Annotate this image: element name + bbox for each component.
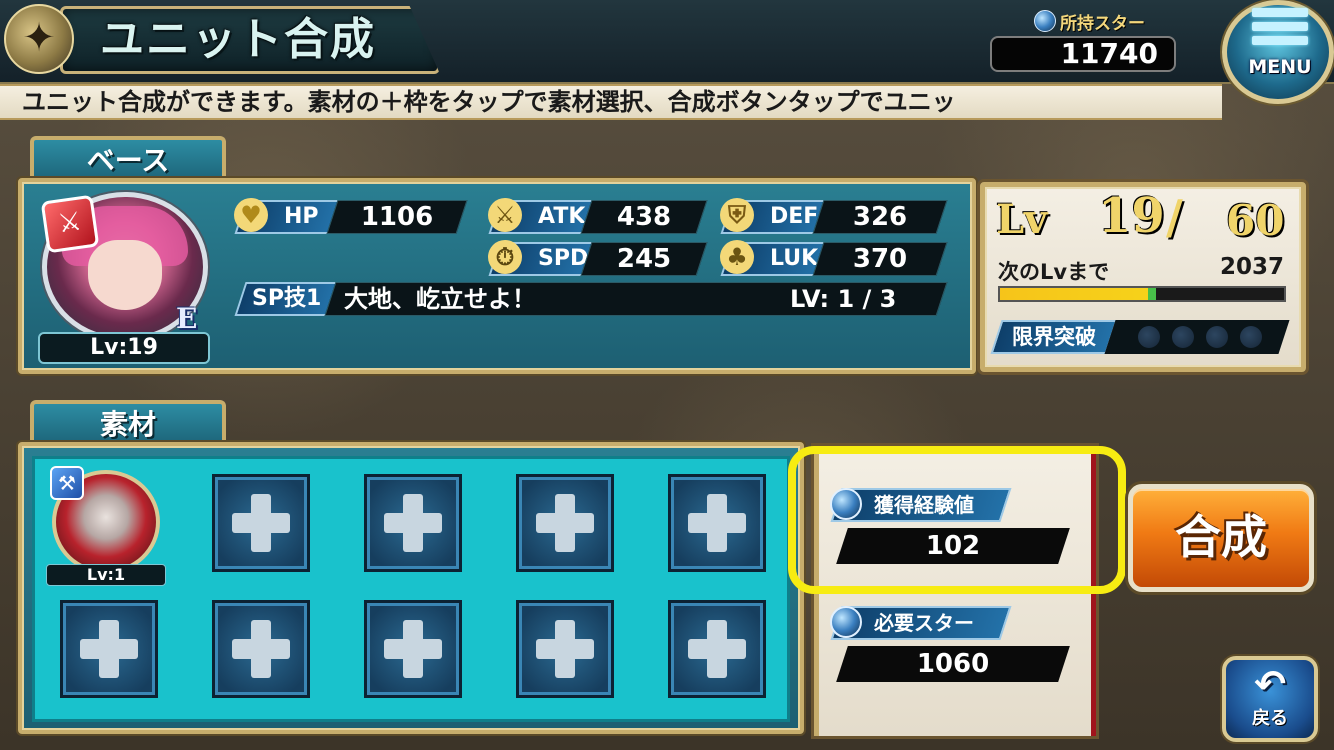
sp-skill-name: 大地、屹立せよ！ [344,285,536,313]
material-unit-level: Lv:1 [46,564,166,586]
next-level-value: 2037 [1220,254,1285,280]
material-slot-empty[interactable] [516,474,614,572]
atk-value-text: 438 [616,202,672,232]
material-slot-empty[interactable] [668,600,766,698]
synthesize-button[interactable]: 合成 [1128,484,1314,592]
dragon-emblem-icon: ✦ [4,4,74,74]
next-level-label: 次のLvまで [998,260,1110,284]
level-slash: / [1166,190,1183,244]
material-slot-empty[interactable] [212,600,310,698]
limit-break-label-text: 限界突破 [1012,325,1096,349]
owned-stars-label: 所持スター [1060,13,1145,34]
attribute-badge-icon: ⚔ [40,194,100,254]
luk-value-text: 370 [852,244,908,274]
return-arrow-icon: ↶ [1254,662,1286,706]
hp-value-text: 1106 [360,202,434,232]
current-level: 19 [1098,188,1165,244]
max-level: 60 [1226,196,1285,245]
atk-stat-value: 438 [580,200,708,234]
limit-break-dot-icon [1206,326,1228,348]
limit-break-label: 限界突破 [990,320,1118,354]
required-stars-value: 1060 [836,646,1070,682]
sp-skill-level: LV: 1 / 3 [790,285,897,313]
level-word: Lv [996,196,1048,243]
sp-skill-label-text: SP技1 [252,286,322,311]
base-unit-level: Lv:19 [38,332,210,364]
material-slot-empty[interactable] [516,600,614,698]
sword-icon: ⚔ [488,198,522,232]
plus-icon [536,620,594,678]
def-stat-value: 326 [812,200,948,234]
hp-stat-value: 1106 [326,200,468,234]
menu-label: MENU [1248,56,1312,78]
plus-icon [688,494,746,552]
material-slot-empty[interactable] [212,474,310,572]
menu-list-icon [1252,8,1308,50]
stopwatch-icon: ⏱ [488,240,522,274]
heart-icon: ♥ [234,198,268,232]
portrait-face [88,240,162,310]
page-title: ユニット合成 [100,14,376,65]
exp-progress-bar [998,286,1286,302]
owned-stars-value: 11740 [990,36,1176,72]
exp-highlight-frame [788,446,1126,594]
limit-break-dot-icon [1240,326,1262,348]
material-slot-empty[interactable] [668,474,766,572]
plus-icon [688,620,746,678]
wrench-weapon-icon: ⚒ [50,466,84,500]
shield-icon: ⛨ [720,198,754,232]
limit-break-dot-icon [1172,326,1194,348]
required-stars-value-text: 1060 [916,649,990,679]
star-orb-icon [1034,10,1056,32]
help-ticker: ユニット合成ができます。素材の＋枠をタップで素材選択、合成ボタンタップでユニッ [0,84,1222,120]
sp-skill-label: SP技1 [234,282,340,316]
spd-value-text: 245 [616,244,672,274]
plus-icon [536,494,594,552]
plus-icon [384,620,442,678]
help-ticker-text: ユニット合成ができます。素材の＋枠をタップで素材選択、合成ボタンタップでユニッ [22,88,956,116]
materials-tab: 素材 [30,400,226,446]
clover-icon: ♣ [720,240,754,274]
owned-stars-label-row: 所持スター [1034,8,1145,34]
rank-badge: E [176,302,198,335]
plus-icon [384,494,442,552]
material-slot-empty[interactable] [364,474,462,572]
spd-stat-value: 245 [580,242,708,276]
star-orb-icon [830,606,862,638]
exp-progress-fill [1000,288,1157,300]
required-stars-label-text: 必要スター [874,611,974,635]
plus-icon [232,620,290,678]
back-button-label: 戻る [1252,708,1288,729]
material-slot-empty[interactable] [60,600,158,698]
plus-icon [80,620,138,678]
limit-break-dot-icon [1138,326,1160,348]
luk-stat-value: 370 [812,242,948,276]
material-slot-empty[interactable] [364,600,462,698]
plus-icon [232,494,290,552]
base-tab: ベース [30,136,226,182]
def-value-text: 326 [852,202,908,232]
